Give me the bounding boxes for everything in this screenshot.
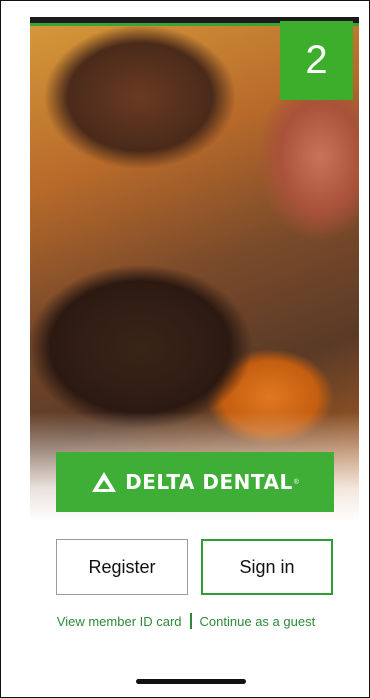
register-button[interactable]: Register bbox=[56, 539, 188, 595]
link-separator bbox=[189, 613, 192, 629]
view-member-id-link[interactable]: View member ID card bbox=[57, 614, 182, 629]
brand-logo-banner: DELTA DENTAL ® bbox=[56, 452, 334, 512]
app-screen: 2 DELTA DENTAL ® Register Sign in View me… bbox=[0, 0, 370, 698]
continue-as-guest-link[interactable]: Continue as a guest bbox=[200, 614, 316, 629]
registered-mark: ® bbox=[293, 478, 299, 486]
step-badge: 2 bbox=[280, 21, 353, 100]
home-indicator[interactable] bbox=[136, 679, 246, 684]
brand-name: DELTA DENTAL bbox=[125, 470, 293, 494]
sign-in-button[interactable]: Sign in bbox=[201, 539, 333, 595]
delta-triangle-icon bbox=[92, 472, 117, 492]
secondary-links: View member ID card Continue as a guest bbox=[1, 613, 369, 629]
